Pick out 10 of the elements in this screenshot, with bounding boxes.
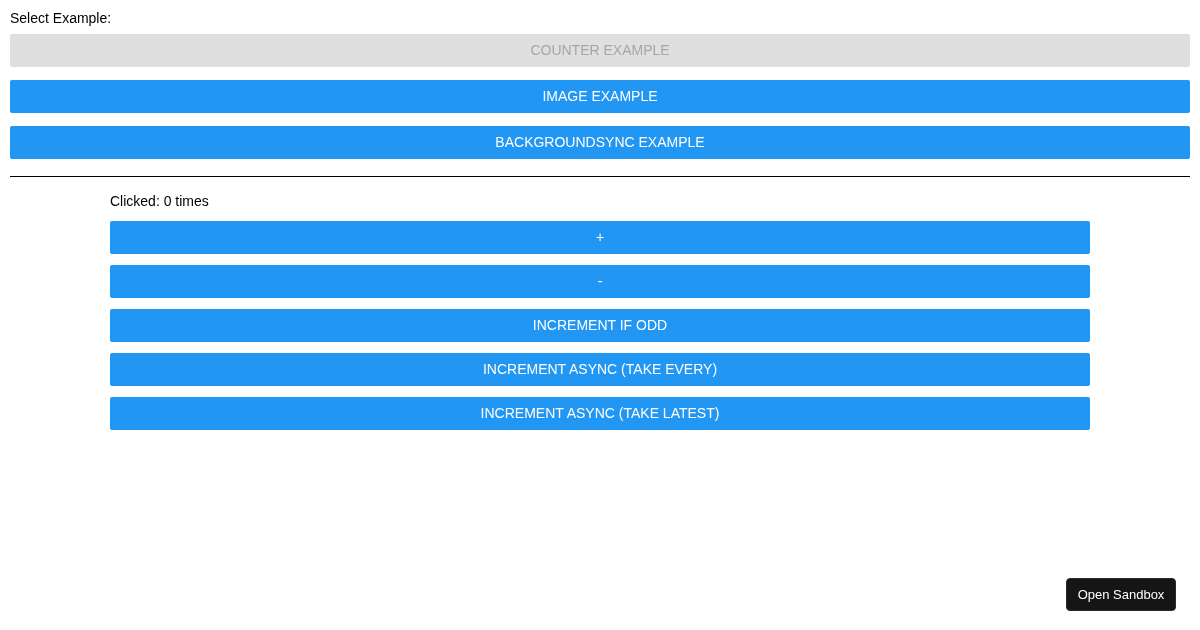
example-button[interactable]: IMAGE EXAMPLE: [10, 80, 1190, 113]
example-button[interactable]: BACKGROUNDSYNC EXAMPLE: [10, 126, 1190, 159]
counter-button[interactable]: INCREMENT ASYNC (TAKE LATEST): [110, 397, 1090, 430]
click-count-text: Clicked: 0 times: [110, 193, 209, 209]
open-sandbox-button[interactable]: Open Sandbox: [1066, 578, 1176, 611]
counter-button[interactable]: INCREMENT ASYNC (TAKE EVERY): [110, 353, 1090, 386]
counter-button[interactable]: -: [110, 265, 1090, 298]
counter-button[interactable]: +: [110, 221, 1090, 254]
select-example-label: Select Example:: [10, 10, 112, 26]
counter-button[interactable]: INCREMENT IF ODD: [110, 309, 1090, 342]
